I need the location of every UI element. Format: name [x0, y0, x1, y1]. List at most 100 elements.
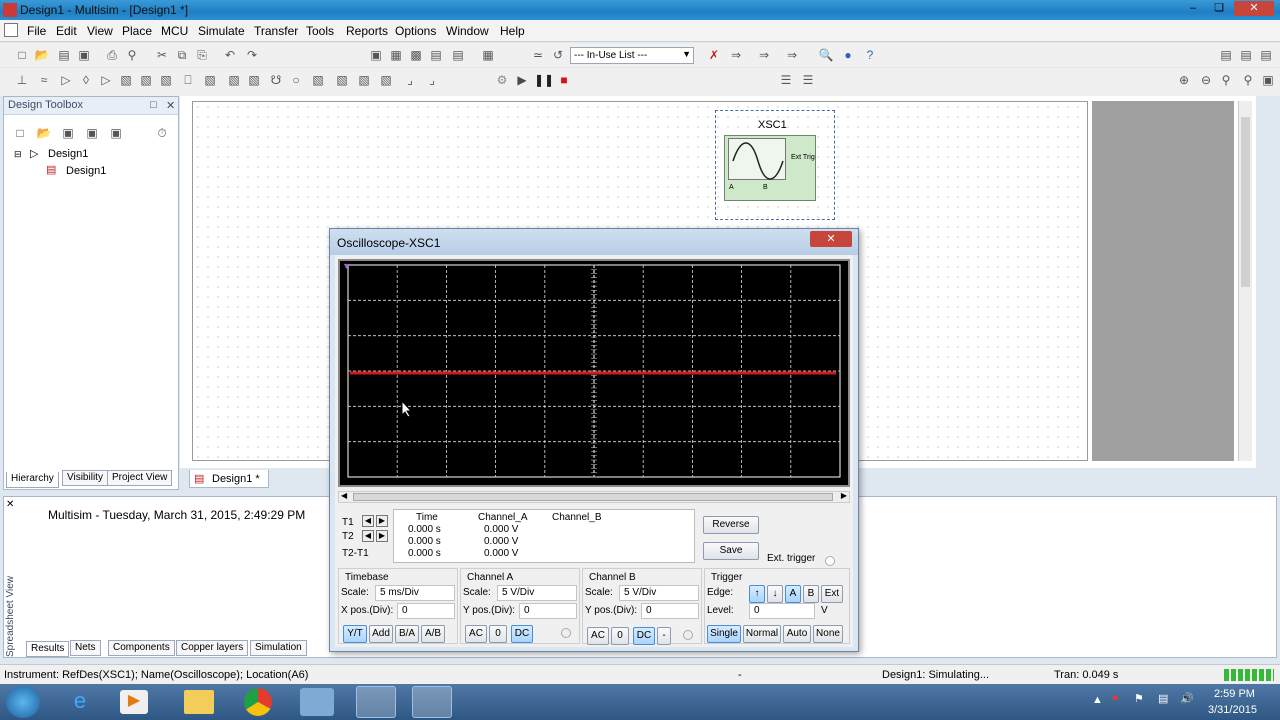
t1-left-icon[interactable]: ◀ [362, 515, 374, 527]
tray-expand-icon[interactable]: ▲ [1092, 694, 1103, 706]
menu-simulate[interactable]: Simulate [198, 24, 245, 38]
tab-project-view[interactable]: Project View [107, 470, 173, 486]
tab-copper-layers[interactable]: Copper layers [176, 640, 249, 656]
source-icon[interactable]: ⊥ [14, 72, 30, 88]
menu-tools[interactable]: Tools [306, 24, 334, 38]
electromech-icon[interactable]: ○ [288, 72, 304, 88]
diode-icon[interactable]: ▷ [58, 72, 74, 88]
tree-child[interactable]: Design1 [66, 165, 106, 177]
mixed-icon[interactable]: ▧ [158, 72, 174, 88]
app-icon-2[interactable] [300, 688, 334, 716]
cursor1-marker-icon[interactable]: ▼ [342, 261, 351, 271]
tab-simulation[interactable]: Simulation [250, 640, 307, 656]
grapher-icon[interactable]: ▤ [428, 47, 444, 63]
t1-right-icon[interactable]: ▶ [376, 515, 388, 527]
channel-a-terminal[interactable] [561, 628, 571, 638]
open-design-icon[interactable]: 📂 [36, 125, 52, 141]
explorer-icon[interactable] [184, 690, 214, 714]
clock-date[interactable]: 3/31/2015 [1208, 704, 1257, 716]
probe-icon[interactable]: ✗ [706, 47, 722, 63]
place-text-icon[interactable]: ▤ [1258, 47, 1274, 63]
start-button[interactable] [6, 686, 40, 718]
place-component-icon[interactable]: ▤ [1218, 47, 1234, 63]
tray-volume-icon[interactable]: 🔊 [1180, 692, 1194, 705]
mode-add-button[interactable]: Add [369, 625, 393, 643]
annotate-icon[interactable]: ⇒ [728, 47, 744, 63]
menu-file[interactable]: File [27, 24, 46, 38]
zoom-fit-icon[interactable]: ▣ [1260, 72, 1276, 88]
transistor-icon[interactable]: ◊ [78, 72, 94, 88]
mcu-icon[interactable]: ▧ [310, 72, 326, 88]
menu-place[interactable]: Place [122, 24, 152, 38]
ext-trigger-terminal[interactable] [825, 556, 835, 566]
channel-a-scale-field[interactable]: 5 V/Div [497, 585, 577, 601]
in-use-list-select[interactable]: --- In-Use List --- ▼ [570, 47, 694, 64]
list2-icon[interactable]: ☰ [800, 72, 816, 88]
misc-icon[interactable]: ▧ [226, 72, 242, 88]
channel-a-ac-button[interactable]: AC [465, 625, 487, 643]
run-icon[interactable]: ▶ [514, 72, 530, 88]
channel-b-ac-button[interactable]: AC [587, 627, 609, 645]
tab-visibility[interactable]: Visibility [62, 470, 108, 486]
print-preview-icon[interactable]: ⚲ [124, 47, 140, 63]
postprocessor-icon[interactable]: ▤ [450, 47, 466, 63]
tab-components[interactable]: Components [108, 640, 175, 656]
media-player-icon[interactable]: ▶ [120, 690, 148, 714]
menu-view[interactable]: View [87, 24, 113, 38]
redo-icon[interactable]: ↷ [244, 47, 260, 63]
channel-b-dc-button[interactable]: DC [633, 627, 655, 645]
menu-mcu[interactable]: MCU [161, 24, 188, 38]
zoom-out-icon[interactable]: ⊖ [1198, 72, 1214, 88]
community-icon[interactable]: ● [840, 47, 856, 63]
tab-nets[interactable]: Nets [70, 640, 101, 656]
scroll-right-icon[interactable]: ▶ [841, 491, 847, 500]
tray-network-icon[interactable]: ● [1112, 692, 1119, 704]
trigger-single-button[interactable]: Single [707, 625, 741, 643]
level-field[interactable]: 0 [749, 603, 815, 619]
oscilloscope-symbol[interactable]: Ext Trig A B [724, 135, 816, 201]
trigger-source-b-button[interactable]: B [803, 585, 819, 603]
xpos-field[interactable]: 0 [397, 603, 455, 619]
tree-root[interactable]: Design1 [48, 148, 88, 160]
rf-icon[interactable]: ☋ [268, 72, 284, 88]
junction-icon[interactable]: ⌟ [424, 72, 440, 88]
mode-yt-button[interactable]: Y/T [343, 625, 367, 643]
trigger-source-a-button[interactable]: A [785, 585, 801, 603]
place-bus-icon[interactable]: ▤ [1238, 47, 1254, 63]
channel-b-terminal[interactable] [683, 630, 693, 640]
minimize-icon[interactable]: – [1181, 1, 1205, 16]
spreadsheet-icon[interactable]: ▦ [388, 47, 404, 63]
indicator-icon[interactable]: ⎕ [180, 72, 196, 88]
electrical-rules-icon[interactable]: ≃ [530, 47, 546, 63]
channel-b-invert-button[interactable]: - [657, 627, 671, 645]
forward-annotate-icon[interactable]: ⇒ [756, 47, 772, 63]
save-button[interactable]: Save [703, 542, 759, 560]
collapse-icon[interactable]: ⊟ [14, 149, 22, 160]
ttl-icon[interactable]: ▧ [118, 72, 134, 88]
power-icon[interactable]: ▧ [202, 72, 218, 88]
connector-icon[interactable]: ▧ [378, 72, 394, 88]
trigger-source-ext-button[interactable]: Ext [821, 585, 843, 603]
mode-ba-button[interactable]: B/A [395, 625, 419, 643]
channel-a-dc-button[interactable]: DC [511, 625, 533, 643]
interactive-icon[interactable]: ⚙ [494, 72, 510, 88]
tab-design1[interactable]: ▤ Design1 * [189, 470, 269, 488]
paste-icon[interactable]: ⎘ [194, 47, 210, 63]
tab-hierarchy[interactable]: Hierarchy [6, 472, 59, 488]
t2-right-icon[interactable]: ▶ [376, 530, 388, 542]
oscilloscope-titlebar[interactable]: Oscilloscope-XSC1 ✕ [330, 229, 858, 255]
analog-icon[interactable]: ▷ [98, 72, 114, 88]
channel-b-scale-field[interactable]: 5 V/Div [619, 585, 699, 601]
scroll-left-icon[interactable]: ◀ [341, 491, 347, 500]
restore-icon[interactable]: ❏ [1207, 1, 1231, 16]
zoom-sheet-icon[interactable]: ⚲ [1240, 72, 1256, 88]
oscilloscope-taskbar-icon[interactable] [412, 686, 452, 718]
tab-results[interactable]: Results [26, 641, 70, 657]
database-icon[interactable]: ▩ [408, 47, 424, 63]
zoom-in-icon[interactable]: ⊕ [1176, 72, 1192, 88]
multisim-taskbar-icon[interactable] [356, 686, 396, 718]
component-wizard-icon[interactable]: ▦ [480, 47, 496, 63]
hierarchical-icon[interactable]: ▧ [334, 72, 350, 88]
open-icon[interactable]: 📂 [34, 47, 50, 63]
spreadsheet-close-icon[interactable]: ✕ [6, 499, 14, 510]
